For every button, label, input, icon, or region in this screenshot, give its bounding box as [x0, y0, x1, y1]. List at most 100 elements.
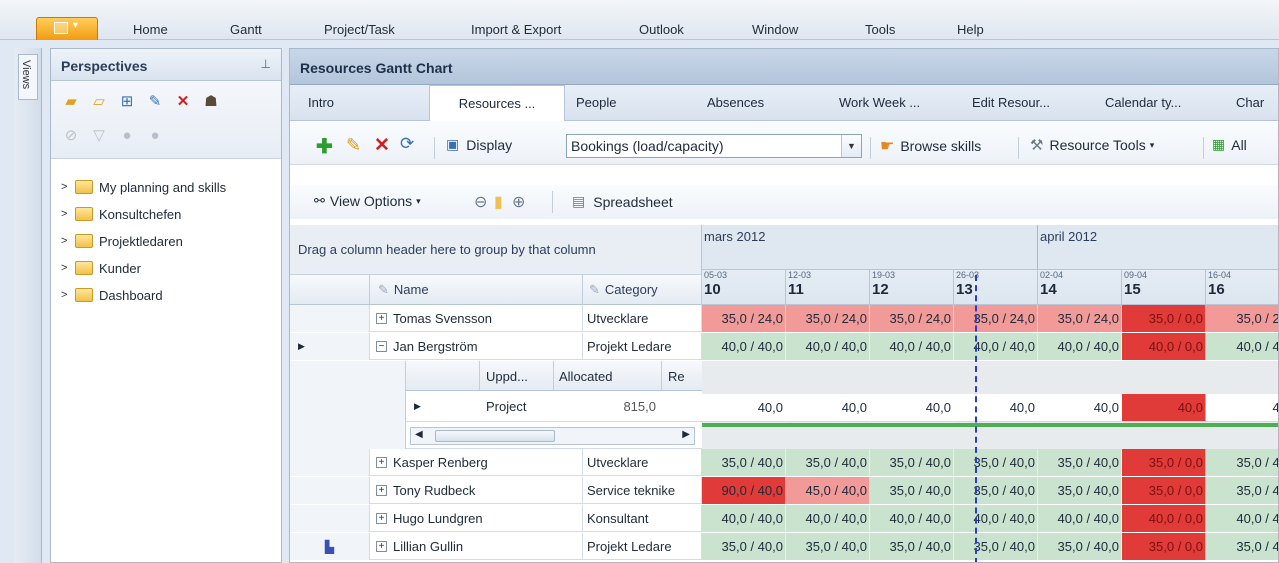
- gantt-cell[interactable]: 90,0 / 40,0: [702, 477, 786, 504]
- gantt-cell[interactable]: 35,0 / 40,0: [870, 449, 954, 476]
- tab-resources[interactable]: Resources ...: [429, 85, 565, 122]
- name-cell[interactable]: + Tony Rudbeck: [370, 477, 583, 504]
- gantt-cell[interactable]: 35,0 / 24,0: [954, 305, 1038, 332]
- gantt-cell[interactable]: 40,0 / 0,0: [1122, 505, 1206, 532]
- chevron-right-icon[interactable]: >: [61, 262, 75, 274]
- open-folder-icon[interactable]: ▰: [61, 91, 81, 111]
- chevron-right-icon[interactable]: >: [61, 235, 75, 247]
- views-tab[interactable]: Views: [18, 54, 38, 100]
- tab-charts[interactable]: Char: [1236, 95, 1264, 110]
- gantt-cell[interactable]: 40,0 / 40: [1206, 333, 1278, 360]
- gantt-cell[interactable]: 40,0: [954, 394, 1038, 422]
- chevron-right-icon[interactable]: >: [61, 181, 75, 193]
- scroll-thumb[interactable]: [435, 430, 555, 442]
- gantt-cell[interactable]: 45,0 / 40,0: [786, 477, 870, 504]
- menu-window[interactable]: Window: [752, 22, 798, 37]
- menu-home[interactable]: Home: [133, 22, 168, 37]
- user-icon[interactable]: ☗: [201, 91, 221, 111]
- allocation-button[interactable]: ▦ All: [1212, 136, 1247, 153]
- gantt-cell[interactable]: 35,0 / 0,0: [1122, 305, 1206, 332]
- gantt-cell[interactable]: 35,0 / 40,0: [702, 533, 786, 560]
- table-row[interactable]: + Kasper Renberg Utvecklare: [290, 449, 702, 476]
- chevron-right-icon[interactable]: >: [61, 289, 75, 301]
- add-icon[interactable]: ✚: [316, 134, 333, 159]
- table-row[interactable]: ▶ − Jan Bergström Projekt Ledare: [290, 333, 702, 360]
- expand-icon[interactable]: +: [376, 485, 387, 496]
- name-cell[interactable]: − Jan Bergström: [370, 333, 583, 360]
- gantt-cell[interactable]: 40,0 / 40,0: [702, 505, 786, 532]
- display-select[interactable]: Bookings (load/capacity) ▼: [566, 134, 862, 158]
- tree-item[interactable]: > Dashboard: [61, 285, 163, 305]
- menu-gantt[interactable]: Gantt: [230, 22, 262, 37]
- gantt-cell[interactable]: 35,0 / 40,0: [954, 477, 1038, 504]
- gantt-cell[interactable]: 40,0 / 40,0: [786, 505, 870, 532]
- edit-pencil-icon[interactable]: ✎: [346, 135, 361, 156]
- gantt-cell[interactable]: 35,0 / 40,0: [702, 449, 786, 476]
- menu-import-export[interactable]: Import & Export: [471, 22, 561, 37]
- gantt-cell[interactable]: 40,0 / 40,0: [702, 333, 786, 360]
- chevron-right-icon[interactable]: >: [61, 208, 75, 220]
- tab-calendar-types[interactable]: Calendar ty...: [1105, 95, 1181, 110]
- gantt-cell[interactable]: 40,0 / 40,0: [786, 333, 870, 360]
- gantt-cell[interactable]: 40,0 / 40,0: [1038, 505, 1122, 532]
- menu-help[interactable]: Help: [957, 22, 984, 37]
- application-menu-button[interactable]: ▾: [36, 17, 98, 40]
- gantt-cell[interactable]: 35,0 / 24,0: [1038, 305, 1122, 332]
- gantt-cell[interactable]: 35,0 / 40,0: [870, 477, 954, 504]
- collapse-icon[interactable]: −: [376, 341, 387, 352]
- gantt-cell[interactable]: 35,0 / 40,0: [954, 533, 1038, 560]
- zoom-in-icon[interactable]: ⊕: [512, 192, 525, 212]
- resource-tools-button[interactable]: ⚒ Resource Tools ▾: [1030, 136, 1154, 154]
- gantt-cell[interactable]: 40,0: [1038, 394, 1122, 422]
- scroll-right-icon[interactable]: ▶: [682, 429, 690, 440]
- tree-item[interactable]: > Projektledaren: [61, 231, 183, 251]
- gantt-cell[interactable]: 35,0 / 40: [1206, 533, 1278, 560]
- gantt-cell[interactable]: 35,0 / 40,0: [1038, 477, 1122, 504]
- gantt-cell[interactable]: 40,0: [702, 394, 786, 422]
- table-row[interactable]: ▙ + Lillian Gullin Projekt Ledare: [290, 533, 702, 560]
- gantt-cell[interactable]: 35,0 / 40: [1206, 449, 1278, 476]
- tab-work-week[interactable]: Work Week ...: [839, 95, 920, 110]
- tree-item[interactable]: > Kunder: [61, 258, 141, 278]
- gantt-cell[interactable]: 35,0 / 40: [1206, 477, 1278, 504]
- remaining-column-header[interactable]: Re: [668, 369, 685, 384]
- gantt-cell[interactable]: 40,0: [870, 394, 954, 422]
- category-cell[interactable]: Projekt Ledare: [583, 333, 702, 360]
- menu-outlook[interactable]: Outlook: [639, 22, 684, 37]
- tab-people[interactable]: People: [576, 95, 616, 110]
- edit-perspective-icon[interactable]: ✎: [145, 91, 165, 111]
- gantt-cell[interactable]: 35,0 / 40,0: [1038, 533, 1122, 560]
- zoom-out-icon[interactable]: ⊖: [474, 192, 487, 212]
- gantt-cell[interactable]: 40,0 / 40,0: [954, 505, 1038, 532]
- view-options-button[interactable]: ⚯ View Options ▾: [314, 193, 421, 209]
- sub-grid-row[interactable]: ▶ Project 815,0: [406, 392, 703, 422]
- tree-item[interactable]: > My planning and skills: [61, 177, 226, 197]
- gantt-cell[interactable]: 35,0 / 40,0: [954, 449, 1038, 476]
- category-cell[interactable]: Projekt Ledare: [583, 533, 702, 560]
- gantt-cell[interactable]: 35,0 / 0,0: [1122, 477, 1206, 504]
- tab-intro[interactable]: Intro: [308, 95, 334, 110]
- gantt-cell[interactable]: 40: [1206, 394, 1278, 422]
- menu-tools[interactable]: Tools: [865, 22, 895, 37]
- gantt-cell[interactable]: 40,0 / 40,0: [870, 333, 954, 360]
- expand-icon[interactable]: +: [376, 513, 387, 524]
- category-cell[interactable]: Service teknike: [583, 477, 702, 504]
- name-cell[interactable]: + Tomas Svensson: [370, 305, 583, 332]
- gantt-cell[interactable]: 35,0 / 40,0: [870, 533, 954, 560]
- gantt-cell[interactable]: 35,0 / 0,0: [1122, 449, 1206, 476]
- expand-icon[interactable]: +: [376, 313, 387, 324]
- gantt-cell[interactable]: 40,0: [786, 394, 870, 422]
- gantt-cell[interactable]: 40,0 / 40,0: [870, 505, 954, 532]
- delete-icon[interactable]: ✕: [173, 91, 193, 111]
- gantt-cell[interactable]: 35,0 / 24,0: [702, 305, 786, 332]
- table-row[interactable]: + Tomas Svensson Utvecklare: [290, 305, 702, 332]
- name-cell[interactable]: + Kasper Renberg: [370, 449, 583, 476]
- scroll-left-icon[interactable]: ◀: [415, 429, 423, 440]
- tree-item[interactable]: > Konsultchefen: [61, 204, 181, 224]
- zoom-slider[interactable]: ▮: [494, 192, 503, 212]
- allocated-column-header[interactable]: Allocated: [559, 369, 612, 384]
- category-cell[interactable]: Utvecklare: [583, 305, 702, 332]
- add-folder-icon[interactable]: ▱: [89, 91, 109, 111]
- category-cell[interactable]: Konsultant: [583, 505, 702, 532]
- name-column-header[interactable]: ✎ Name: [370, 275, 583, 305]
